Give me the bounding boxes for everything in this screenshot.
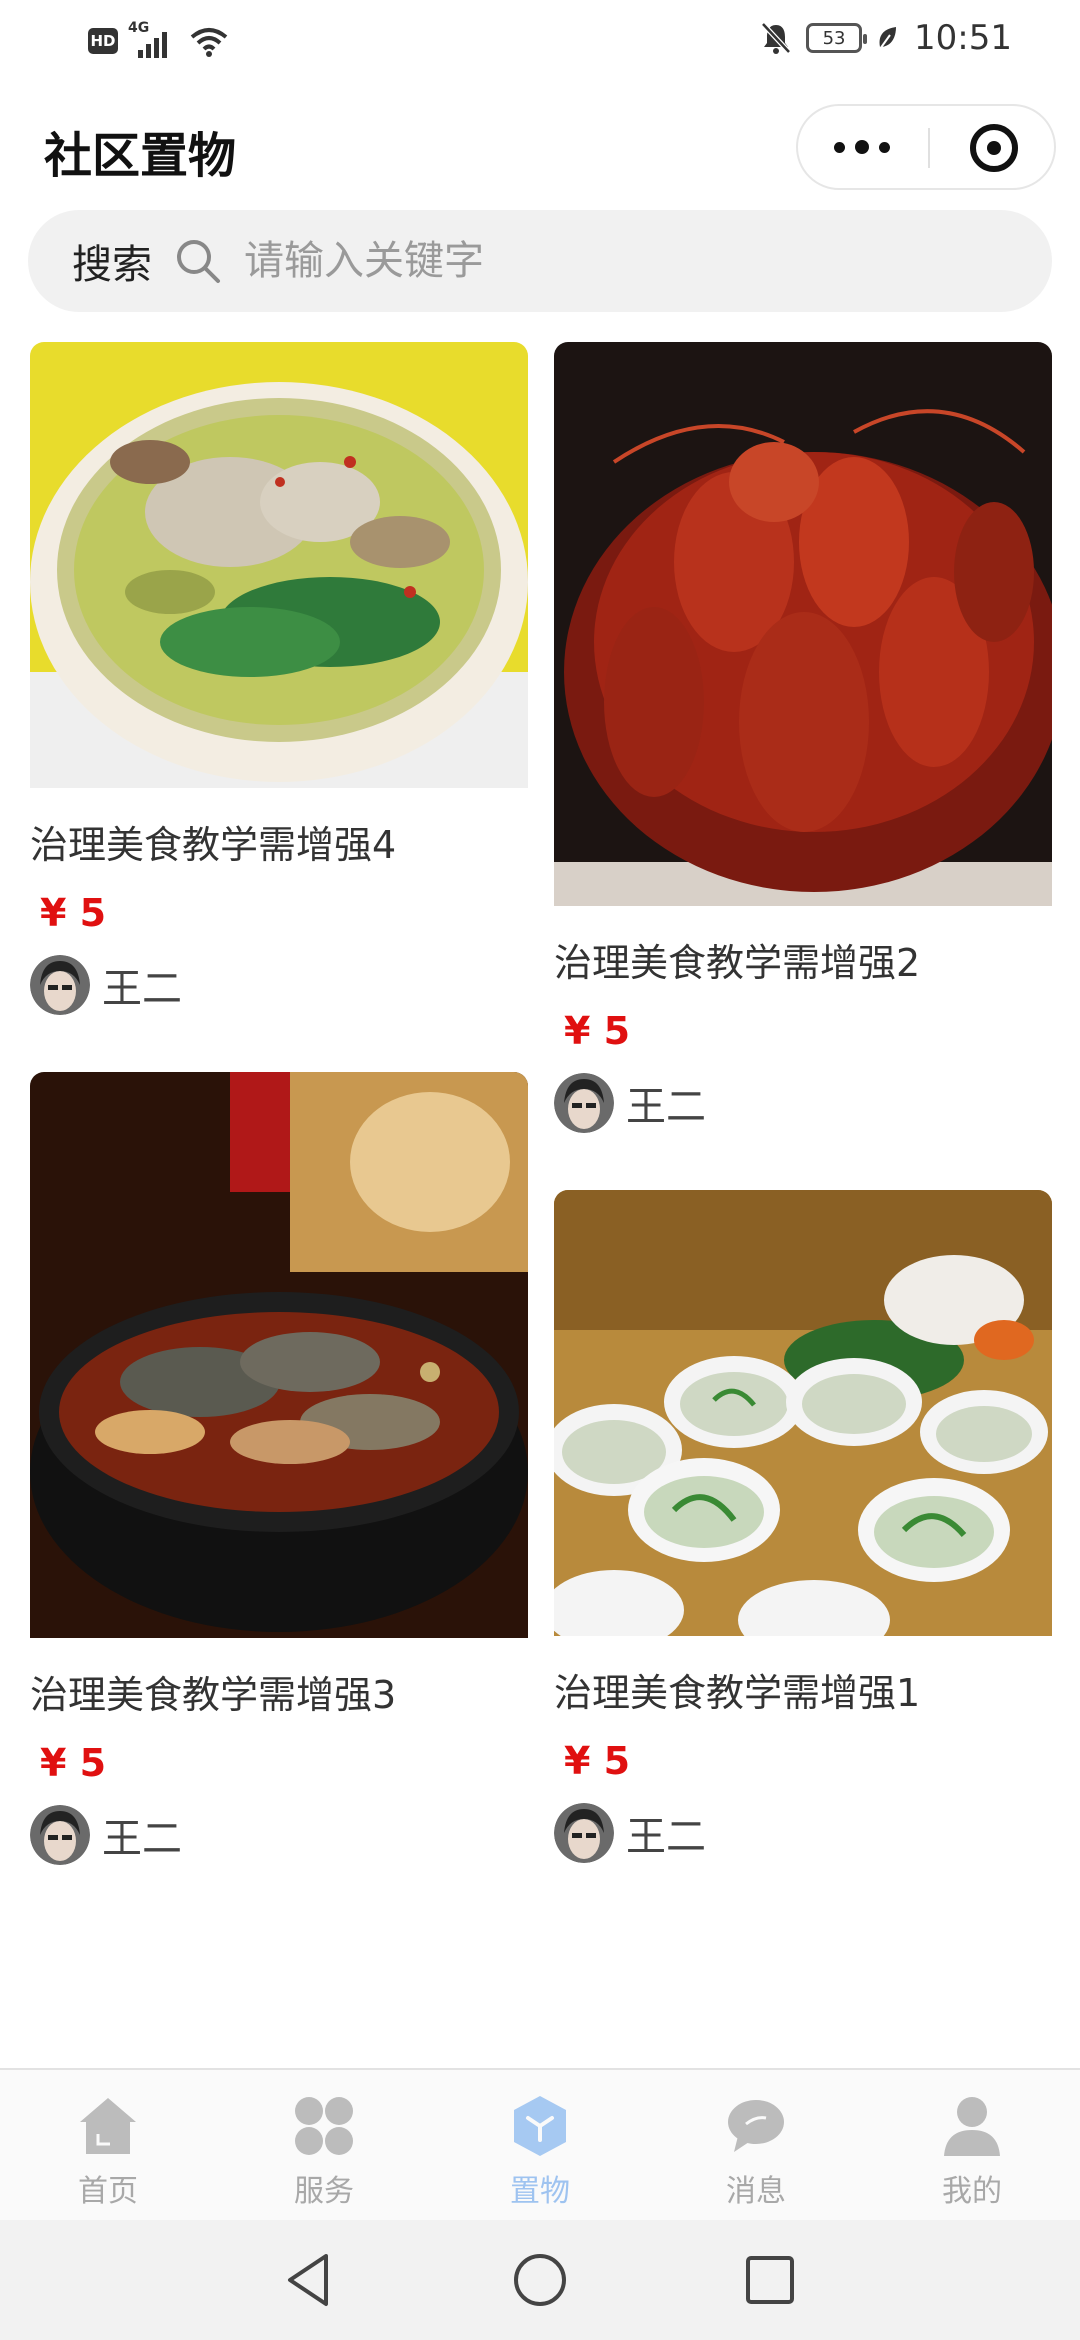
hd-badge: HD xyxy=(88,28,118,54)
wifi-icon xyxy=(190,28,228,57)
tab-label: 消息 xyxy=(726,2174,786,2209)
item-title: 治理美食教学需增强2 xyxy=(554,941,921,985)
back-icon[interactable] xyxy=(278,2248,342,2312)
item-image[interactable] xyxy=(554,342,1052,906)
tab-profile[interactable]: 我的 xyxy=(864,2070,1080,2220)
tab-home[interactable]: 首页 xyxy=(0,2070,216,2220)
tab-items[interactable]: 置物 xyxy=(432,2070,648,2220)
tab-services[interactable]: 服务 xyxy=(216,2070,432,2220)
item-card[interactable]: 治理美食教学需增强1 ¥ 5 王二 xyxy=(554,1190,1052,1863)
item-image[interactable] xyxy=(554,1190,1052,1636)
capsule-divider xyxy=(928,128,930,168)
tab-label: 首页 xyxy=(78,2174,138,2209)
search-input[interactable] xyxy=(244,238,944,284)
item-title: 治理美食教学需增强1 xyxy=(554,1671,921,1715)
mini-program-capsule xyxy=(796,104,1056,190)
item-price: ¥ 5 xyxy=(564,1009,631,1053)
cube-icon xyxy=(514,2096,566,2156)
item-image[interactable] xyxy=(30,342,528,788)
tab-label: 我的 xyxy=(942,2174,1002,2209)
home-icon xyxy=(80,2098,136,2154)
seller-name: 王二 xyxy=(102,966,182,1012)
system-navigation-bar xyxy=(0,2220,1080,2340)
item-price: ¥ 5 xyxy=(40,891,107,935)
avatar xyxy=(554,1073,614,1133)
status-bar: HD 4G 53 10:51 xyxy=(0,0,1080,80)
avatar xyxy=(30,1805,90,1865)
home-circle-icon[interactable] xyxy=(508,2248,572,2312)
item-seller[interactable]: 王二 xyxy=(30,1805,528,1865)
mute-bell-icon xyxy=(761,22,791,54)
search-bar[interactable]: 搜索 xyxy=(28,210,1052,312)
header: 社区置物 xyxy=(0,88,1080,208)
item-price: ¥ 5 xyxy=(564,1739,631,1783)
grid-icon xyxy=(295,2097,353,2155)
search-icon xyxy=(177,240,220,283)
battery-indicator: 53 xyxy=(806,23,868,53)
search-label: 搜索 xyxy=(72,242,152,288)
chat-icon xyxy=(728,2100,784,2152)
avatar xyxy=(30,955,90,1015)
item-title: 治理美食教学需增强4 xyxy=(30,823,397,867)
bottom-tab-bar: 首页 服务 置物 消息 我的 xyxy=(0,2068,1080,2220)
item-title: 治理美食教学需增强3 xyxy=(30,1673,397,1717)
page-title: 社区置物 xyxy=(44,128,237,184)
close-mini-program-button[interactable] xyxy=(970,124,1018,172)
avatar xyxy=(554,1803,614,1863)
seller-name: 王二 xyxy=(102,1816,182,1862)
signal-icon: 4G xyxy=(128,20,180,58)
person-icon xyxy=(944,2097,1000,2156)
item-image[interactable] xyxy=(30,1072,528,1638)
leaf-icon xyxy=(879,27,897,50)
item-card[interactable]: 治理美食教学需增强2 ¥ 5 王二 xyxy=(554,342,1052,1133)
item-seller[interactable]: 王二 xyxy=(30,955,528,1015)
item-seller[interactable]: 王二 xyxy=(554,1073,1052,1133)
item-price: ¥ 5 xyxy=(40,1741,107,1785)
item-seller[interactable]: 王二 xyxy=(554,1803,1052,1863)
seller-name: 王二 xyxy=(626,1084,706,1130)
recent-apps-icon[interactable] xyxy=(738,2248,802,2312)
tab-label: 置物 xyxy=(510,2174,570,2209)
more-button[interactable] xyxy=(798,106,926,188)
item-card[interactable]: 治理美食教学需增强3 ¥ 5 王二 xyxy=(30,1072,528,1865)
clock-time: 10:51 xyxy=(914,18,1012,58)
item-card[interactable]: 治理美食教学需增强4 ¥ 5 王二 xyxy=(30,342,528,1015)
tab-label: 服务 xyxy=(294,2174,354,2209)
tab-messages[interactable]: 消息 xyxy=(648,2070,864,2220)
seller-name: 王二 xyxy=(626,1814,706,1860)
